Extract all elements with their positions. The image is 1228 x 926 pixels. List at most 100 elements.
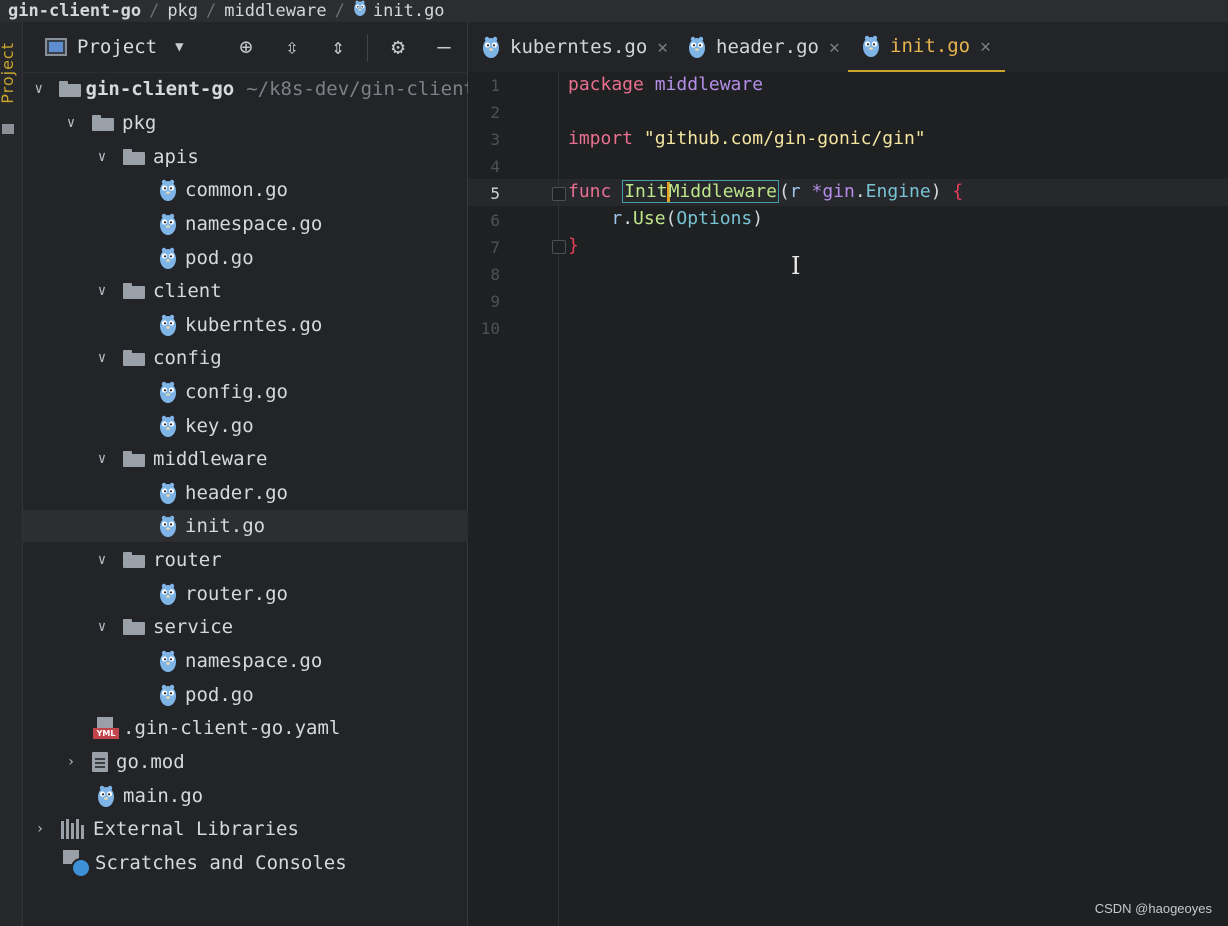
- chevron-down-icon[interactable]: ▼: [175, 39, 183, 55]
- tree-row-scratches[interactable]: Scratches and Consoles: [23, 847, 507, 879]
- tree-row-folder[interactable]: ∨ config: [23, 342, 537, 374]
- close-icon[interactable]: ✕: [980, 36, 991, 57]
- tree-item-label: init.go: [185, 515, 266, 537]
- fold-icon[interactable]: [552, 187, 566, 201]
- line-number-gutter: 1 2 3 4 5 6 7 8 9 10: [468, 72, 558, 926]
- mouse-ibeam-cursor: I: [791, 252, 801, 280]
- tree-row-libraries[interactable]: › External Libraries: [23, 813, 475, 845]
- tree-item-label: pkg: [122, 112, 157, 134]
- project-panel-header: Project ▼ ⊕ ⇳ ⇕ ⚙ —: [23, 22, 467, 73]
- gopher-file-icon: [862, 35, 880, 57]
- project-view-icon: [45, 38, 67, 56]
- gear-icon[interactable]: ⚙: [385, 35, 411, 61]
- gopher-file-icon: [482, 36, 500, 58]
- watermark: CSDN @haogeoyes: [1094, 901, 1212, 916]
- project-view-selector[interactable]: Project: [77, 36, 157, 58]
- gopher-file-icon: [159, 179, 177, 201]
- tree-row-folder[interactable]: ∨ pkg: [23, 107, 506, 139]
- tree-item-label: go.mod: [116, 751, 185, 773]
- folder-icon: [92, 115, 114, 131]
- yaml-file-icon: YML: [93, 717, 119, 739]
- tree-item-label: .gin-client-go.yaml: [123, 717, 341, 739]
- chevron-right-icon[interactable]: ›: [62, 754, 80, 770]
- gopher-file-icon: [159, 314, 177, 336]
- line-number: 7: [490, 238, 500, 257]
- tab-label: header.go: [716, 36, 819, 58]
- line-number: 1: [490, 76, 500, 95]
- tool-window-strip: Project: [0, 22, 23, 926]
- tree-row-file[interactable]: › go.mod: [23, 746, 506, 778]
- tree-row-folder[interactable]: ∨ middleware: [23, 443, 537, 475]
- line-number: 8: [490, 265, 500, 284]
- code-editor[interactable]: 1 2 3 4 5 6 7 8 9 10 package middleware …: [468, 72, 1228, 926]
- tree-item-label: client: [153, 280, 222, 302]
- breadcrumb-separator: /: [206, 1, 217, 21]
- tree-item-label: pod.go: [185, 684, 254, 706]
- tree-item-label: router.go: [185, 583, 288, 605]
- gopher-file-icon: [159, 247, 177, 269]
- chevron-down-icon[interactable]: ∨: [93, 283, 111, 299]
- chevron-down-icon[interactable]: ∨: [93, 451, 111, 467]
- gopher-file-icon: [97, 785, 115, 807]
- chevron-down-icon[interactable]: ∨: [93, 552, 111, 568]
- chevron-down-icon[interactable]: ∨: [93, 350, 111, 366]
- tree-item-label: gin-client-go: [85, 78, 235, 100]
- chevron-down-icon[interactable]: ∨: [93, 619, 111, 635]
- folder-icon: [123, 149, 145, 165]
- collapse-all-icon[interactable]: ⇕: [325, 35, 351, 61]
- chevron-down-icon[interactable]: ∨: [31, 81, 47, 97]
- code-line-7: }: [568, 235, 579, 256]
- gopher-file-icon: [159, 583, 177, 605]
- mod-file-icon: [92, 752, 108, 772]
- folder-icon: [123, 451, 145, 467]
- tree-item-label: main.go: [123, 785, 204, 807]
- tree-item-label: config: [153, 347, 222, 369]
- chevron-down-icon[interactable]: ∨: [93, 149, 111, 165]
- project-tool-tab[interactable]: Project: [0, 42, 17, 104]
- minimize-icon[interactable]: —: [431, 35, 457, 61]
- tree-item-label: kuberntes.go: [185, 314, 323, 336]
- tree-row-folder[interactable]: ∨ client: [23, 275, 537, 307]
- close-icon[interactable]: ✕: [657, 37, 668, 58]
- breadcrumb-item-middleware[interactable]: middleware: [224, 1, 326, 21]
- line-number: 9: [490, 292, 500, 311]
- tree-row-folder[interactable]: ∨ router: [23, 544, 537, 576]
- tree-item-label: namespace.go: [185, 213, 323, 235]
- folder-icon: [58, 81, 81, 97]
- folder-icon: [123, 283, 145, 299]
- expand-all-icon[interactable]: ⇳: [279, 35, 305, 61]
- gopher-file-icon: [159, 684, 177, 706]
- tree-row-file[interactable]: YML .gin-client-go.yaml: [23, 712, 537, 744]
- line-number: 3: [490, 130, 500, 149]
- tree-row-root[interactable]: ∨ gin-client-go ~/k8s-dev/gin-client: [23, 73, 475, 105]
- tree-row-file[interactable]: main.go: [23, 780, 541, 812]
- code-line-3: import "github.com/gin-gonic/gin": [568, 128, 926, 149]
- gopher-file-icon: [159, 650, 177, 672]
- folder-icon: [2, 124, 14, 134]
- line-number: 2: [490, 103, 500, 122]
- line-number-current: 5: [490, 184, 500, 203]
- locate-icon[interactable]: ⊕: [233, 35, 259, 61]
- libraries-icon: [61, 819, 85, 839]
- tab-header-go[interactable]: header.go ✕: [688, 22, 840, 72]
- tree-row-folder[interactable]: ∨ service: [23, 611, 537, 643]
- chevron-down-icon[interactable]: ∨: [62, 115, 80, 131]
- tree-item-label: common.go: [185, 179, 288, 201]
- breadcrumb-item-file[interactable]: init.go: [373, 1, 445, 21]
- breadcrumb-item-pkg[interactable]: pkg: [167, 1, 198, 21]
- tab-init-go[interactable]: init.go ✕: [848, 22, 1005, 72]
- tree-item-label: External Libraries: [93, 818, 299, 840]
- tree-item-label: namespace.go: [185, 650, 323, 672]
- breadcrumb-item-project[interactable]: gin-client-go: [8, 1, 141, 21]
- tree-row-folder[interactable]: ∨ apis: [23, 141, 537, 173]
- fold-icon[interactable]: [552, 240, 566, 254]
- chevron-right-icon[interactable]: ›: [31, 821, 49, 837]
- tab-kuberntes-go[interactable]: kuberntes.go ✕: [482, 22, 668, 72]
- close-icon[interactable]: ✕: [829, 37, 840, 58]
- scratches-icon: [63, 850, 91, 878]
- code-line-1: package middleware: [568, 74, 764, 95]
- project-panel: Project ▼ ⊕ ⇳ ⇕ ⚙ — ∨ gin-client-go ~/k8…: [23, 22, 603, 926]
- line-number: 6: [490, 211, 500, 230]
- tree-item-label: header.go: [185, 482, 288, 504]
- line-number: 4: [490, 157, 500, 176]
